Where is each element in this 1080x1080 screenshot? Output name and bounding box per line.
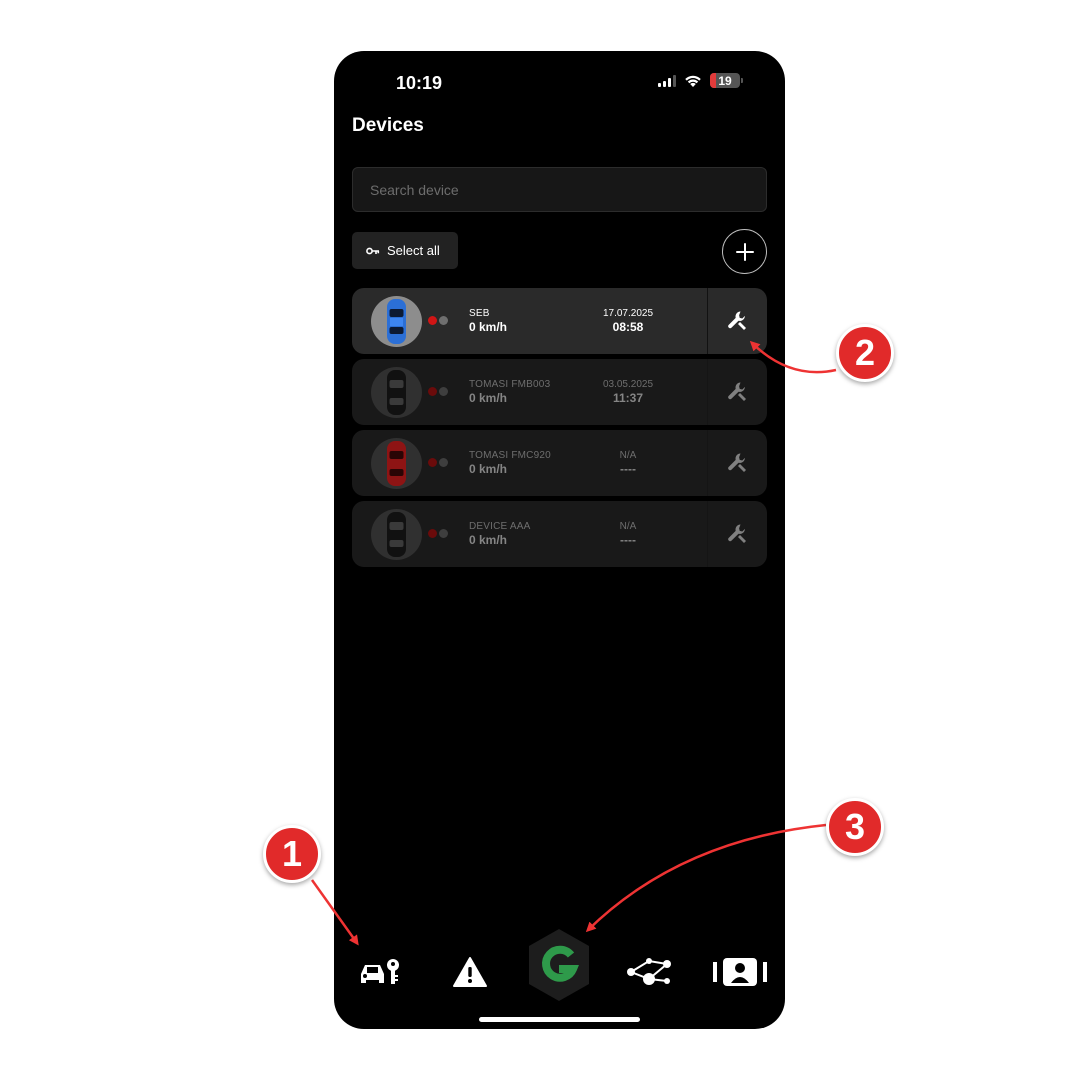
wrench-icon: [727, 311, 746, 330]
car-key-icon: [361, 959, 399, 984]
device-date: 03.05.2025: [602, 379, 654, 390]
cellular-signal-icon: [658, 74, 676, 87]
device-row[interactable]: DEVICE AAA 0 km/h N/A ----: [352, 501, 767, 567]
device-name: TOMASI FMC920: [469, 450, 551, 461]
callout-badge: 2: [836, 324, 894, 382]
battery-level: 19: [718, 73, 732, 88]
car-avatar: [371, 509, 422, 560]
car-top-icon: [387, 299, 406, 344]
device-row[interactable]: TOMASI FMC920 0 km/h N/A ----: [352, 430, 767, 496]
device-date: N/A: [619, 450, 637, 461]
home-indicator: [479, 1017, 640, 1022]
g-logo-icon: [529, 929, 589, 1001]
add-device-button[interactable]: [722, 229, 767, 274]
device-speed: 0 km/h: [469, 320, 508, 334]
car-avatar: [371, 367, 422, 418]
nav-routes-button[interactable]: [621, 944, 677, 1000]
car-top-icon: [387, 370, 406, 415]
device-name: TOMASI FMB003: [469, 379, 551, 390]
car-avatar: [371, 296, 422, 347]
device-row[interactable]: TOMASI FMB003 0 km/h 03.05.2025 11:37: [352, 359, 767, 425]
key-icon: [366, 247, 380, 254]
device-speed: 0 km/h: [469, 391, 508, 405]
car-top-icon: [387, 512, 406, 557]
nav-devices-button[interactable]: [352, 944, 408, 1000]
status-icons: 19: [658, 73, 743, 88]
battery-icon: 19: [710, 73, 740, 88]
device-settings-button[interactable]: [707, 501, 767, 567]
nav-alerts-button[interactable]: [442, 944, 498, 1000]
device-name: SEB: [469, 308, 490, 319]
device-settings-button[interactable]: [707, 430, 767, 496]
device-settings-button[interactable]: [707, 288, 767, 354]
car-top-icon: [387, 441, 406, 486]
device-name: DEVICE AAA: [469, 521, 531, 532]
search-input[interactable]: [353, 168, 766, 211]
status-dots: [428, 316, 448, 325]
wrench-icon: [727, 524, 746, 543]
device-date: N/A: [619, 521, 637, 532]
select-all-label: Select all: [387, 243, 440, 258]
nav-driver-button[interactable]: [710, 944, 770, 1000]
nav-home-button[interactable]: [523, 926, 595, 1004]
select-all-button[interactable]: Select all: [352, 232, 458, 269]
search-box[interactable]: [352, 167, 767, 212]
device-settings-button[interactable]: [707, 359, 767, 425]
wrench-icon: [727, 453, 746, 472]
route-nodes-icon: [627, 958, 671, 985]
warning-icon: [453, 957, 487, 987]
status-dots: [428, 458, 448, 467]
wrench-icon: [727, 382, 746, 401]
device-time: 11:37: [612, 391, 644, 405]
page-title: Devices: [352, 115, 424, 136]
device-speed: 0 km/h: [469, 462, 508, 476]
status-dots: [428, 529, 448, 538]
phone-screen: 10:19 19 Devices Select all: [334, 51, 785, 1029]
device-time: ----: [620, 462, 636, 476]
status-time: 10:19: [396, 73, 443, 93]
device-time: 08:58: [612, 320, 644, 334]
car-avatar: [371, 438, 422, 489]
wifi-icon: [685, 75, 701, 87]
callout-badge: 1: [263, 825, 321, 883]
device-speed: 0 km/h: [469, 533, 508, 547]
driver-card-icon: [713, 958, 767, 986]
device-date: 17.07.2025: [602, 308, 654, 319]
status-dots: [428, 387, 448, 396]
device-time: ----: [620, 533, 636, 547]
device-row[interactable]: SEB 0 km/h 17.07.2025 08:58: [352, 288, 767, 354]
plus-icon: [735, 242, 754, 261]
callout-badge: 3: [826, 798, 884, 856]
